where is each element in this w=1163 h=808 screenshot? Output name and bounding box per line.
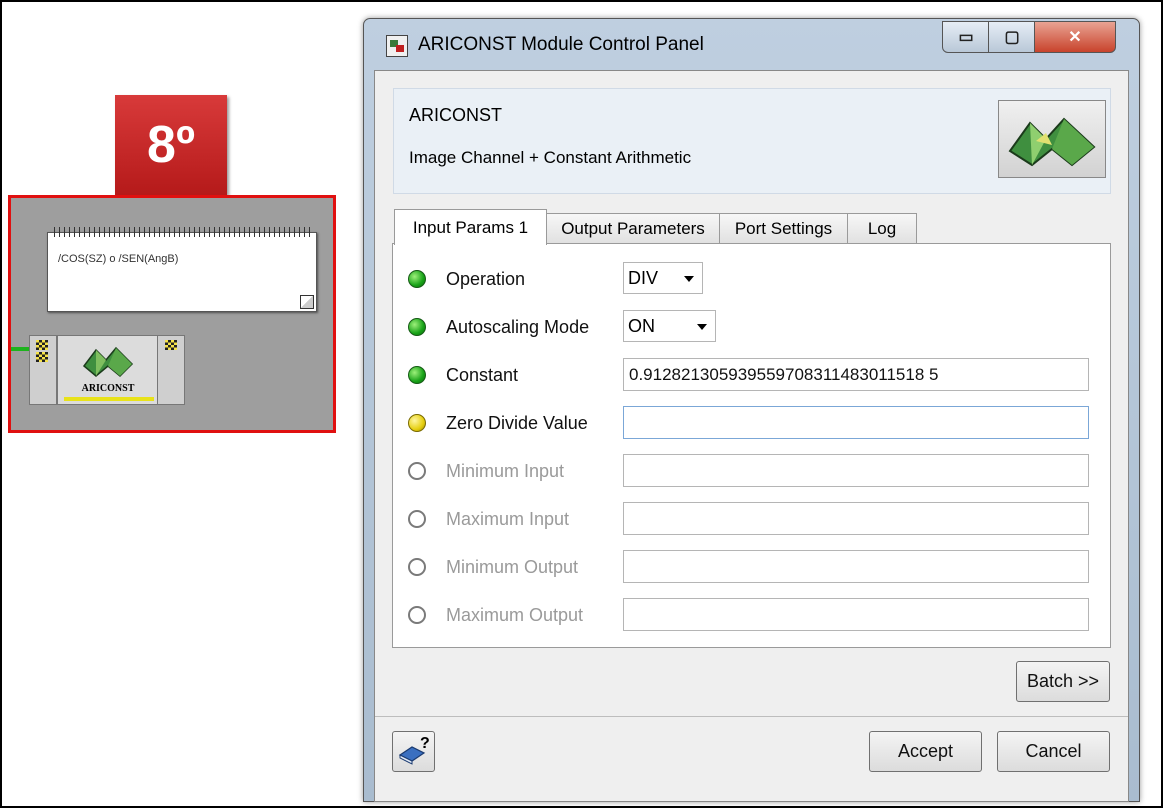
minimum-output-field[interactable] xyxy=(623,550,1089,583)
param-label: Maximum Input xyxy=(446,509,570,529)
operation-value: DIV xyxy=(628,268,659,288)
accept-button[interactable]: Accept xyxy=(869,731,982,772)
status-off-icon xyxy=(408,558,426,576)
status-off-icon xyxy=(408,510,426,528)
autoscaling-value: ON xyxy=(628,316,655,336)
param-row-maximum-output: Maximum Output xyxy=(393,596,1110,636)
status-green-icon xyxy=(408,318,426,336)
maximize-button[interactable]: ▢ xyxy=(988,21,1036,53)
step-badge: 8º xyxy=(115,95,227,195)
param-label: Constant xyxy=(446,365,519,385)
operation-select[interactable]: DIV xyxy=(623,262,703,294)
status-off-icon xyxy=(408,606,426,624)
param-label: Autoscaling Mode xyxy=(446,317,590,337)
notepad-spiral xyxy=(54,227,310,237)
tab-log[interactable]: Log xyxy=(847,213,917,243)
module-name: ARICONST xyxy=(409,105,503,125)
resize-corner-icon[interactable] xyxy=(300,295,314,309)
param-row-autoscaling-mode: Autoscaling Mode ON xyxy=(393,308,1110,348)
status-green-icon xyxy=(408,366,426,384)
param-label: Operation xyxy=(446,269,526,289)
minimize-button[interactable]: ▭ xyxy=(942,21,990,53)
workflow-canvas: /COS(SZ) o /SEN(AngB) ARICONST xyxy=(8,195,336,433)
param-label: Zero Divide Value xyxy=(446,413,588,433)
param-row-minimum-input: Minimum Input xyxy=(393,452,1110,492)
minimum-input-field[interactable] xyxy=(623,454,1089,487)
window-client-area: ARICONST Image Channel + Constant Arithm… xyxy=(374,70,1129,802)
param-row-operation: Operation DIV xyxy=(393,260,1110,300)
module-label: ARICONST xyxy=(81,383,135,394)
input-params-panel: Operation DIV Autoscaling Mode ON Consta… xyxy=(392,243,1111,648)
status-yellow-icon xyxy=(408,414,426,432)
port-checker-icon xyxy=(36,340,48,350)
constant-input[interactable]: 0.912821305939559708311483011518 5 xyxy=(623,358,1089,391)
tab-output-parameters[interactable]: Output Parameters xyxy=(546,213,720,243)
tab-port-settings[interactable]: Port Settings xyxy=(719,213,848,243)
app-icon xyxy=(386,35,408,57)
param-row-maximum-input: Maximum Input xyxy=(393,500,1110,540)
cancel-button[interactable]: Cancel xyxy=(997,731,1110,772)
param-label: Minimum Output xyxy=(446,557,579,577)
port-checker-icon xyxy=(165,340,177,350)
note-text: /COS(SZ) o /SEN(AngB) xyxy=(58,253,179,265)
footer-divider xyxy=(375,716,1128,717)
help-button[interactable]: ? xyxy=(392,731,435,772)
param-row-zero-divide-value: Zero Divide Value xyxy=(393,404,1110,444)
port-checker-icon xyxy=(36,352,48,362)
zero-divide-value-input[interactable] xyxy=(623,406,1089,439)
chevron-down-icon xyxy=(684,276,694,282)
module-input-port[interactable] xyxy=(29,335,57,405)
maximum-input-field[interactable] xyxy=(623,502,1089,535)
chevron-down-icon xyxy=(697,324,707,330)
status-off-icon xyxy=(408,462,426,480)
module-icon xyxy=(82,346,134,378)
control-panel-window: ARICONST Module Control Panel ▭ ▢ ✕ ARIC… xyxy=(363,18,1140,802)
help-glyph: ? xyxy=(420,735,430,752)
maximum-output-field[interactable] xyxy=(623,598,1089,631)
module-header: ARICONST Image Channel + Constant Arithm… xyxy=(393,88,1111,194)
comment-note[interactable]: /COS(SZ) o /SEN(AngB) xyxy=(47,227,317,312)
batch-button[interactable]: Batch >> xyxy=(1016,661,1110,702)
param-label: Minimum Input xyxy=(446,461,565,481)
module-progress-bar xyxy=(64,397,154,401)
module-output-port[interactable] xyxy=(157,335,185,405)
status-green-icon xyxy=(408,270,426,288)
autoscaling-mode-select[interactable]: ON xyxy=(623,310,716,342)
param-row-minimum-output: Minimum Output xyxy=(393,548,1110,588)
param-label: Maximum Output xyxy=(446,605,584,625)
module-description: Image Channel + Constant Arithmetic xyxy=(409,148,692,167)
param-row-constant: Constant 0.91282130593955970831148301151… xyxy=(393,356,1110,396)
tab-input-params-1[interactable]: Input Params 1 xyxy=(394,209,547,245)
ariconst-module-node[interactable]: ARICONST xyxy=(57,335,159,405)
close-button[interactable]: ✕ xyxy=(1034,21,1116,53)
window-title: ARICONST Module Control Panel xyxy=(418,34,704,55)
input-connection-line xyxy=(11,347,29,351)
module-image-icon xyxy=(998,100,1106,178)
